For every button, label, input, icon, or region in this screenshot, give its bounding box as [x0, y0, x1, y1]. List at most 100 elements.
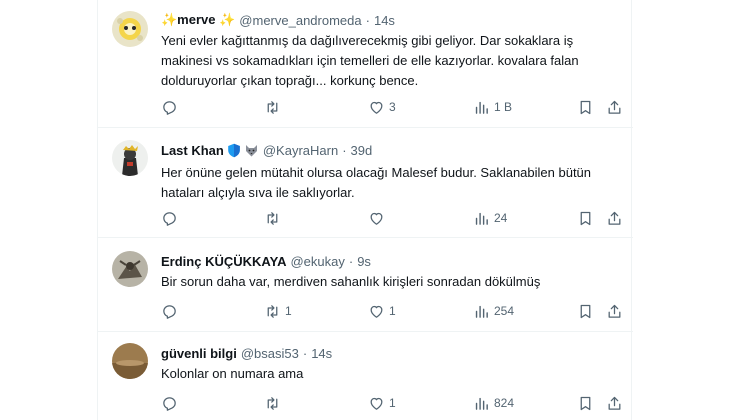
reply-icon [161, 395, 178, 412]
author-name[interactable]: güvenli bilgi [161, 346, 237, 361]
views-button[interactable]: 824 [473, 393, 514, 413]
reply-thread: ✨merve ✨ @merve_andromeda · 14s Yeni evl… [97, 0, 633, 420]
reply-button[interactable] [161, 393, 182, 413]
post-text: Her önüne gelen mütahit olursa olacağı M… [161, 163, 626, 203]
like-button[interactable] [368, 208, 389, 228]
bookmark-icon [577, 210, 594, 227]
share-icon [606, 210, 623, 227]
author-name[interactable]: Last Khan [161, 143, 224, 158]
post-header: ✨merve ✨ @merve_andromeda · 14s [161, 11, 395, 29]
timestamp[interactable]: 14s [374, 13, 395, 28]
repost-icon [264, 210, 281, 227]
reply-post[interactable]: güvenli bilgi @bsasi53 · 14s Kolonlar on… [98, 332, 633, 420]
avatar[interactable] [112, 140, 148, 176]
repost-button[interactable] [264, 393, 285, 413]
action-bar: 1 824 [98, 393, 633, 413]
avatar[interactable] [112, 11, 148, 47]
heart-icon [368, 395, 385, 412]
share-button[interactable] [606, 301, 623, 321]
separator: · [365, 12, 370, 28]
post-text-line: dolduruyorlar çıkan toprağı... korkunç b… [161, 73, 419, 88]
post-text-line: Yeni evler kağıttanmış da dağılıverecekm… [161, 33, 574, 48]
heart-icon [368, 303, 385, 320]
post-text: Kolonlar on numara ama [161, 364, 626, 384]
author-name[interactable]: ✨merve ✨ [161, 12, 235, 28]
author-handle[interactable]: @bsasi53 [241, 346, 299, 361]
avatar[interactable] [112, 251, 148, 287]
like-button[interactable]: 3 [368, 97, 396, 117]
bookmark-icon [577, 303, 594, 320]
author-handle[interactable]: @KayraHarn [263, 143, 338, 158]
like-count: 1 [389, 304, 396, 318]
heart-icon [368, 99, 385, 116]
reply-icon [161, 99, 178, 116]
analytics-icon [473, 303, 490, 320]
action-bar: 1 1 254 [98, 301, 633, 321]
post-text-line: makinesi vs sokamadıkları için temelleri… [161, 53, 579, 68]
bookmark-button[interactable] [577, 208, 594, 228]
reply-button[interactable] [161, 208, 182, 228]
repost-button[interactable]: 1 [264, 301, 292, 321]
post-text: Bir sorun daha var, merdiven sahanlık ki… [161, 272, 626, 292]
analytics-icon [473, 99, 490, 116]
reply-post[interactable]: ✨merve ✨ @merve_andromeda · 14s Yeni evl… [98, 0, 633, 128]
analytics-icon [473, 395, 490, 412]
author-name[interactable]: Erdinç KÜÇÜKKAYA [161, 254, 286, 269]
timestamp[interactable]: 39d [351, 143, 373, 158]
separator: · [302, 345, 308, 361]
reply-icon [161, 210, 178, 227]
share-button[interactable] [606, 393, 623, 413]
reply-post[interactable]: Last Khan @KayraHarn · 39d Her önüne gel… [98, 128, 633, 238]
repost-count: 1 [285, 304, 292, 318]
separator: · [342, 142, 347, 158]
share-button[interactable] [606, 208, 623, 228]
post-header: güvenli bilgi @bsasi53 · 14s [161, 344, 332, 362]
avatar[interactable] [112, 343, 148, 379]
share-icon [606, 395, 623, 412]
reply-post[interactable]: Erdinç KÜÇÜKKAYA @ekukay · 9s Bir sorun … [98, 238, 633, 332]
bookmark-button[interactable] [577, 301, 594, 321]
view-count: 254 [494, 304, 515, 318]
like-count: 1 [389, 396, 396, 410]
view-count: 24 [494, 211, 508, 225]
analytics-icon [473, 210, 490, 227]
separator: · [348, 253, 354, 269]
author-handle[interactable]: @ekukay [290, 254, 344, 269]
repost-button[interactable] [264, 208, 285, 228]
heart-icon [368, 210, 385, 227]
timestamp[interactable]: 9s [357, 254, 371, 269]
bookmark-button[interactable] [577, 97, 594, 117]
bookmark-icon [577, 99, 594, 116]
wolf-emoji-icon [244, 143, 259, 158]
share-icon [606, 99, 623, 116]
view-count: 824 [494, 396, 515, 410]
views-button[interactable]: 24 [473, 208, 507, 228]
repost-button[interactable] [264, 97, 285, 117]
bookmark-button[interactable] [577, 393, 594, 413]
post-text-line: Kolonlar on numara ama [161, 366, 304, 381]
timestamp[interactable]: 14s [311, 346, 332, 361]
post-text: Yeni evler kağıttanmış da dağılıverecekm… [161, 31, 626, 91]
bookmark-icon [577, 395, 594, 412]
view-count: 1 B [494, 100, 513, 114]
post-text-line: hataları alçıyla sıva ile saklıyorlar. [161, 185, 355, 200]
repost-icon [264, 395, 281, 412]
post-header: Last Khan @KayraHarn · 39d [161, 141, 372, 159]
reply-button[interactable] [161, 97, 182, 117]
views-button[interactable]: 254 [473, 301, 514, 321]
shield-icon [227, 143, 241, 158]
post-text-line: Bir sorun daha var, merdiven sahanlık ki… [161, 274, 541, 289]
reply-icon [161, 303, 178, 320]
action-bar: 3 1 B [98, 97, 633, 117]
post-header: Erdinç KÜÇÜKKAYA @ekukay · 9s [161, 252, 371, 270]
like-button[interactable]: 1 [368, 393, 396, 413]
share-button[interactable] [606, 97, 623, 117]
like-button[interactable]: 1 [368, 301, 396, 321]
post-text-line: Her önüne gelen mütahit olursa olacağı M… [161, 165, 592, 180]
reply-button[interactable] [161, 301, 182, 321]
share-icon [606, 303, 623, 320]
views-button[interactable]: 1 B [473, 97, 512, 117]
repost-icon [264, 99, 281, 116]
author-handle[interactable]: @merve_andromeda [239, 13, 361, 28]
repost-icon [264, 303, 281, 320]
